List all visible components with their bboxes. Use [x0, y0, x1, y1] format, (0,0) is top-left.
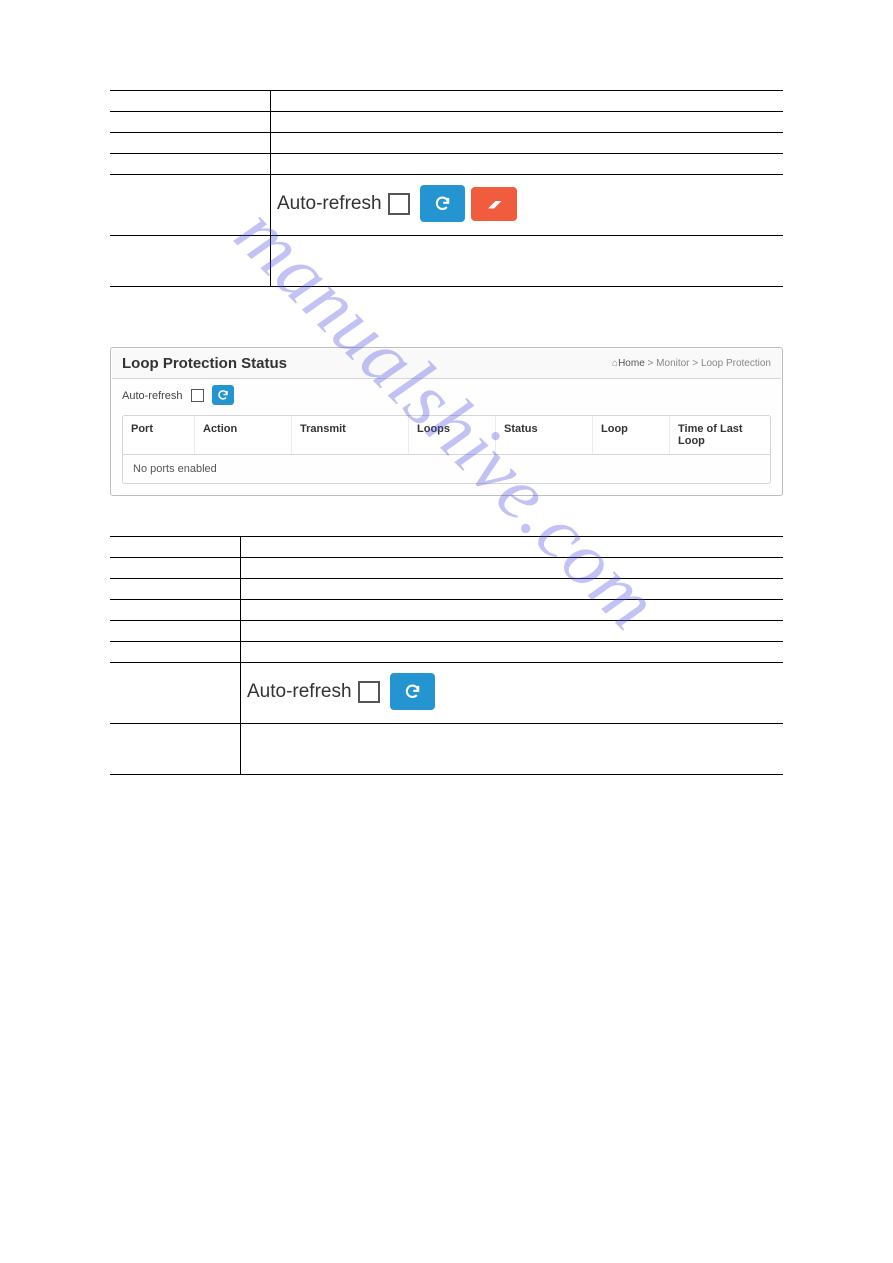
col-action: Action [195, 416, 292, 454]
panel-title: Loop Protection Status [122, 355, 287, 372]
refresh-icon [404, 683, 421, 700]
refresh-icon [434, 195, 451, 212]
col-port: Port [123, 416, 195, 454]
col-loop: Loop [593, 416, 670, 454]
auto-refresh-label: Auto-refresh [277, 193, 382, 215]
rules-table-2: Auto-refresh [110, 536, 783, 775]
refresh-button[interactable] [390, 673, 435, 710]
clear-button[interactable] [471, 187, 517, 221]
breadcrumb: ⌂Home > Monitor > Loop Protection [612, 358, 771, 369]
refresh-icon [217, 389, 229, 401]
refresh-button[interactable] [420, 185, 465, 222]
breadcrumb-monitor[interactable]: Monitor [656, 358, 689, 369]
breadcrumb-loop-protection[interactable]: Loop Protection [701, 358, 771, 369]
auto-refresh-label: Auto-refresh [247, 681, 352, 703]
eraser-icon [485, 197, 503, 211]
col-loops: Loops [409, 416, 496, 454]
rules-table-1: Auto-refresh [110, 90, 783, 287]
table-header: Port Action Transmit Loops Status Loop T… [123, 416, 770, 455]
table-empty-row: No ports enabled [123, 455, 770, 483]
panel-refresh-button[interactable] [212, 385, 234, 405]
breadcrumb-home[interactable]: Home [618, 358, 645, 369]
col-transmit: Transmit [292, 416, 409, 454]
col-time: Time of Last Loop [670, 416, 770, 454]
loop-protection-panel: Loop Protection Status ⌂Home > Monitor >… [110, 347, 783, 496]
auto-refresh-checkbox[interactable] [358, 681, 380, 703]
status-table: Port Action Transmit Loops Status Loop T… [122, 415, 771, 484]
panel-auto-refresh-checkbox[interactable] [191, 389, 204, 402]
col-status: Status [496, 416, 593, 454]
auto-refresh-checkbox[interactable] [388, 193, 410, 215]
panel-auto-refresh-label: Auto-refresh [122, 390, 183, 402]
